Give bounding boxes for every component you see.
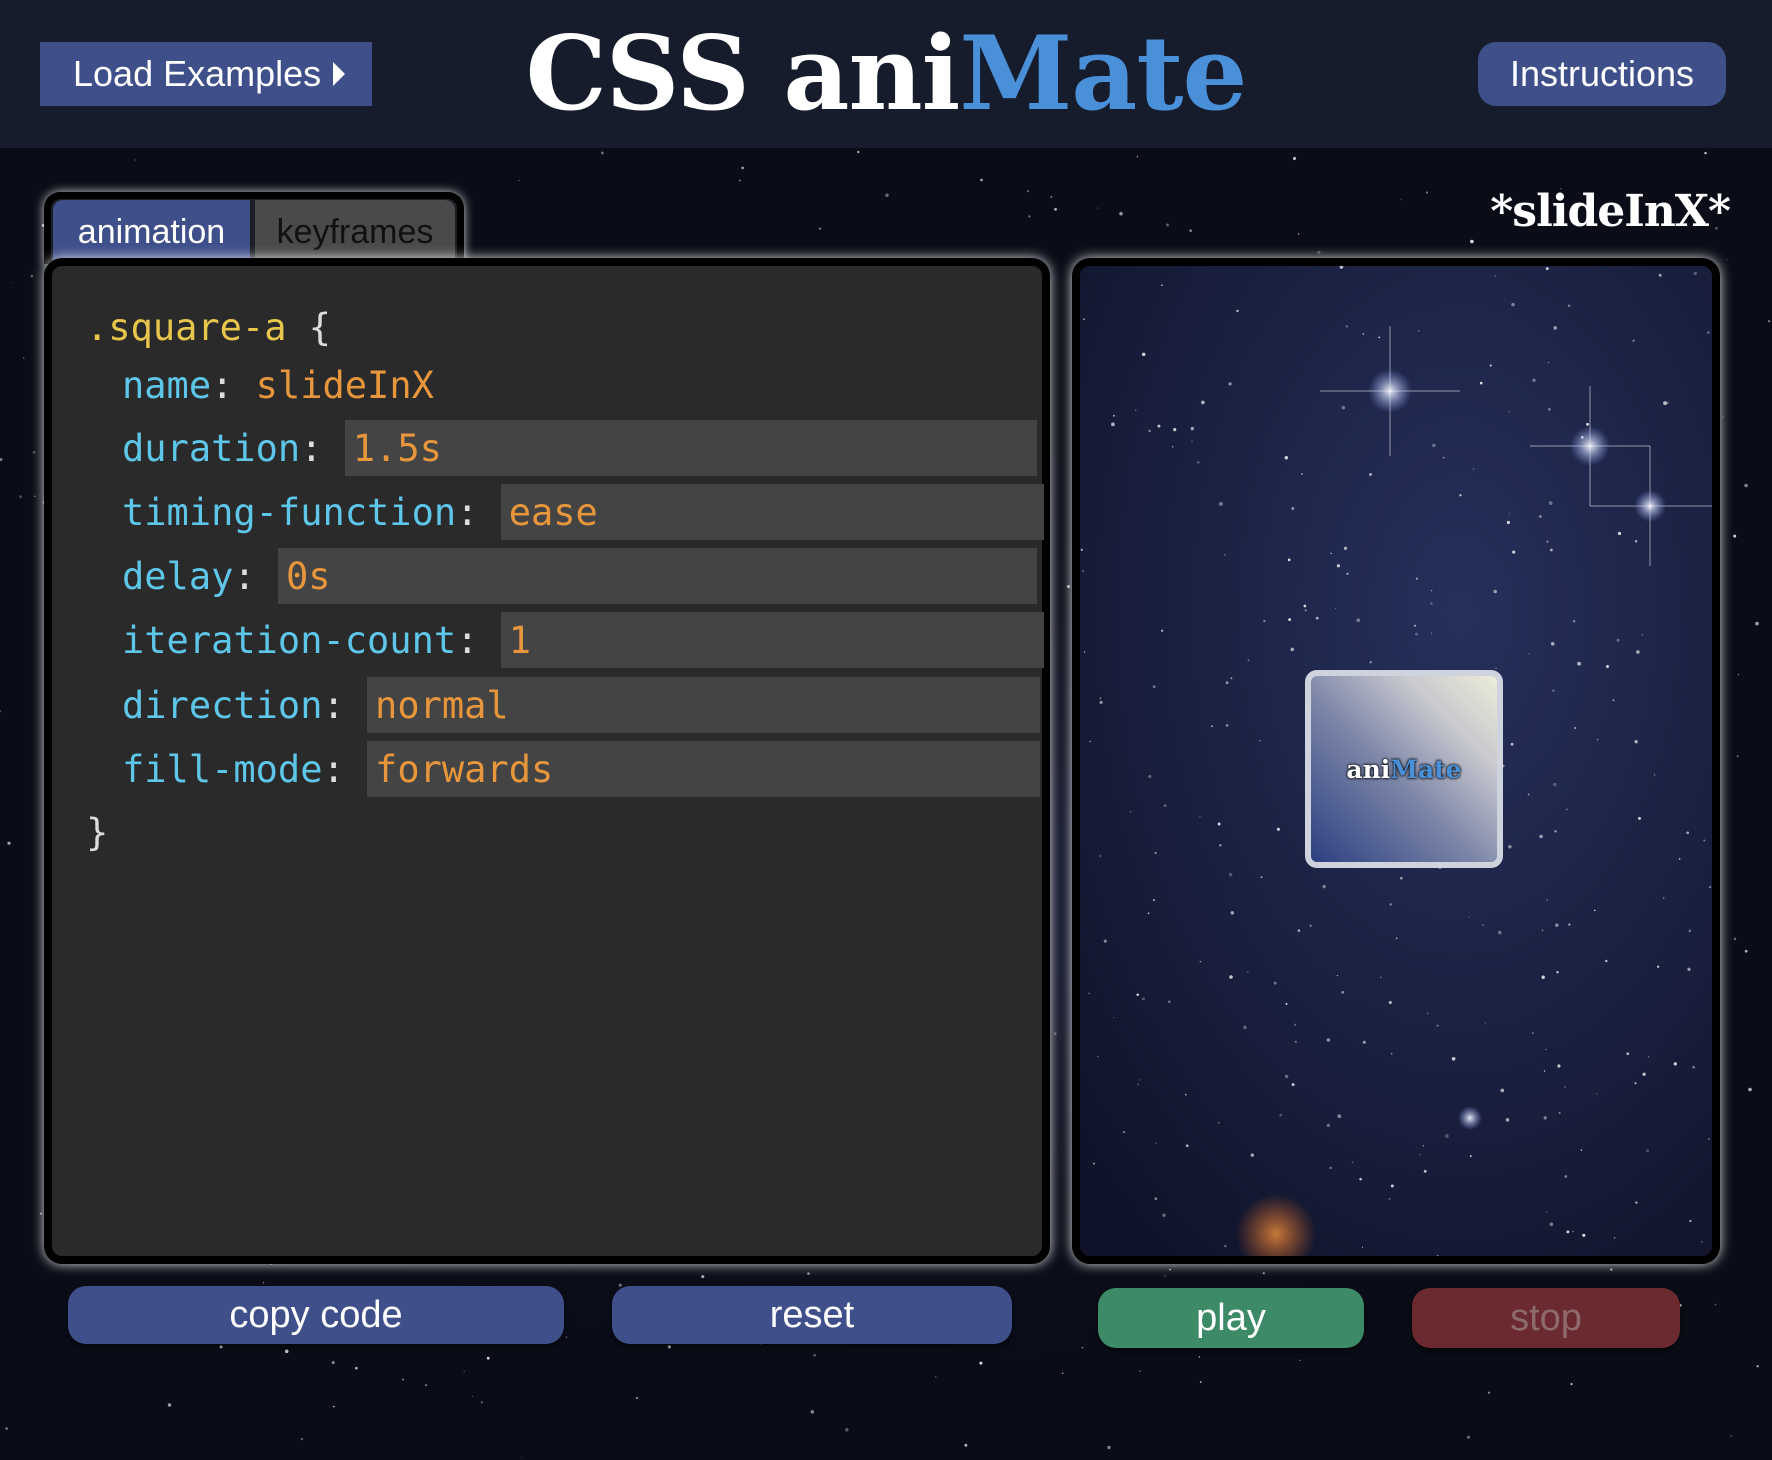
square-text-prefix: ani <box>1346 754 1391 784</box>
property-fill-mode-label: fill-mode <box>122 747 323 791</box>
code-editor: .square-a { name: slideInX duration: 1.5… <box>44 258 1050 1264</box>
close-brace-line: } <box>86 804 108 860</box>
property-iteration-count-label: iteration-count <box>122 618 457 662</box>
property-direction-label: direction <box>122 683 323 727</box>
property-row-delay: delay: 0s <box>122 548 1037 604</box>
logo-prefix: CSS ani <box>525 14 961 134</box>
property-timing-function-label: timing-function <box>122 490 457 534</box>
css-selector: .square-a <box>86 305 287 349</box>
reset-button[interactable]: reset <box>612 1286 1012 1344</box>
property-row-iteration-count: iteration-count: 1 <box>122 612 1044 668</box>
animation-name-value: slideInX <box>255 363 434 407</box>
tab-animation[interactable]: animation <box>53 200 250 264</box>
editor-tabs: animation keyframes <box>44 192 464 264</box>
app-page: Load Examples CSS aniMate Instructions a… <box>0 0 1772 1460</box>
copy-code-button[interactable]: copy code <box>68 1286 564 1344</box>
duration-input[interactable]: 1.5s <box>344 420 1037 476</box>
square-text-suffix: Mate <box>1390 754 1462 784</box>
stop-button[interactable]: stop <box>1412 1288 1680 1348</box>
instructions-button[interactable]: Instructions <box>1478 42 1726 106</box>
property-row-fill-mode: fill-mode: forwards <box>122 741 1041 797</box>
animated-square: ani Mate <box>1305 670 1503 868</box>
fill-mode-input[interactable]: forwards <box>367 741 1041 797</box>
iteration-count-input[interactable]: 1 <box>500 612 1044 668</box>
timing-function-input[interactable]: ease <box>500 484 1044 540</box>
tab-keyframes[interactable]: keyframes <box>255 200 455 264</box>
property-duration-label: duration <box>122 426 301 470</box>
animation-title: *slideInX* <box>1490 186 1731 237</box>
delay-input[interactable]: 0s <box>277 548 1037 604</box>
property-row-duration: duration: 1.5s <box>122 420 1037 476</box>
property-name-label: name <box>122 363 212 407</box>
logo-suffix: Mate <box>959 14 1247 134</box>
property-row-timing-function: timing-function: ease <box>122 484 1044 540</box>
preview-stage: ani Mate <box>1072 258 1720 1264</box>
direction-input[interactable]: normal <box>367 677 1041 733</box>
open-brace: { <box>308 305 332 349</box>
play-button[interactable]: play <box>1098 1288 1364 1348</box>
property-row-direction: direction: normal <box>122 677 1041 733</box>
app-header: Load Examples CSS aniMate Instructions <box>0 0 1772 148</box>
close-brace: } <box>86 810 109 854</box>
selector-line: .square-a { <box>86 299 331 355</box>
property-delay-label: delay <box>122 554 234 598</box>
property-row-name: name: slideInX <box>122 363 434 407</box>
